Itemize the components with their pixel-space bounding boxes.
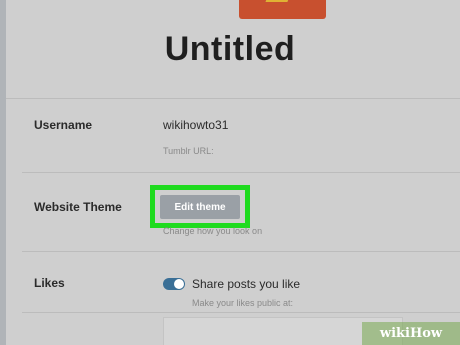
share-likes-toggle[interactable] [163,278,185,290]
divider [22,312,460,313]
likes-label: Likes [34,276,65,290]
divider [6,98,460,99]
username-label: Username [34,118,93,132]
website-theme-label: Website Theme [34,200,122,214]
blog-title: Untitled [164,30,296,68]
theme-description: Change how you look on [163,226,263,236]
likes-description: Make your likes public at: [192,298,294,308]
toggle-knob [174,279,184,289]
share-likes-label: Share posts you like [192,277,301,291]
settings-page: Untitled Username wikihowto31 Tumblr URL… [0,0,460,345]
avatar-cube-icon [265,0,293,2]
edit-theme-button[interactable]: Edit theme [160,195,240,219]
blog-avatar[interactable] [239,0,326,19]
divider [22,251,460,252]
divider [22,172,460,173]
tumblr-url-label: Tumblr URL: [163,146,214,156]
wikihow-watermark: wikiHow [362,322,460,345]
username-value[interactable]: wikihowto31 [163,118,228,132]
